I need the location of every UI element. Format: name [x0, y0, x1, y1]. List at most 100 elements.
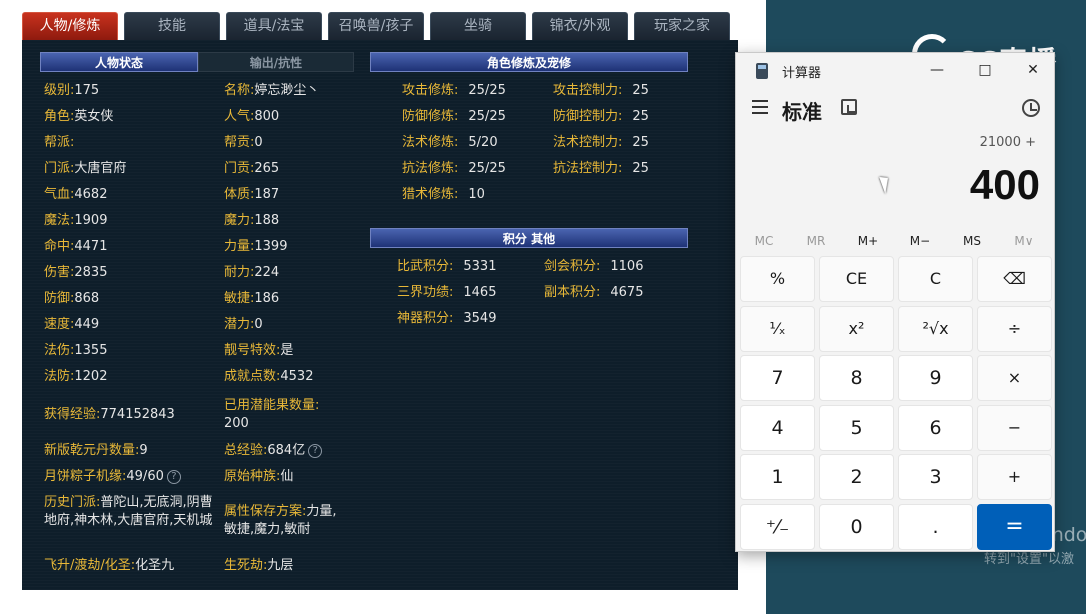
negate-button[interactable]: ⁺⁄₋ — [740, 503, 815, 550]
cultivation-row: 抗法控制力: 25 — [553, 160, 649, 178]
character-panel: 人物状态 输出/抗性 级别:175 名称:婷忘渺尘丶 角色:英女侠 人气:800 帮派:… — [22, 40, 738, 590]
stat-label: 法防: — [44, 369, 75, 384]
stat-value: 800 — [254, 109, 280, 124]
stat-label: 攻击修炼: — [402, 83, 459, 98]
divide-button[interactable]: ÷ — [977, 305, 1052, 352]
digit-4-button[interactable]: 4 — [740, 404, 815, 451]
tab-pets[interactable]: 召唤兽/孩子 — [328, 12, 424, 40]
memory-list-button[interactable]: M∨ — [998, 229, 1050, 253]
stat-label: 防御: — [44, 291, 75, 306]
decimal-button[interactable]: . — [898, 503, 973, 550]
square-root-button[interactable]: ²√x — [898, 305, 973, 352]
cultivation-row: 猎术修炼: 10 — [402, 186, 485, 204]
points-row: 神器积分: 3549 — [397, 310, 496, 328]
stat-label: 神器积分: — [397, 311, 454, 326]
stat-value: 265 — [254, 161, 280, 176]
stat-value: 5/20 — [468, 135, 498, 150]
stat-value: 0 — [254, 317, 263, 332]
stat-row: 命中:4471 — [44, 238, 107, 256]
help-icon[interactable]: ? — [166, 469, 181, 484]
help-icon[interactable]: ? — [308, 443, 323, 458]
stat-value: 25 — [632, 135, 649, 150]
tab-home[interactable]: 玩家之家 — [634, 12, 730, 40]
stat-row: 门贡:265 — [224, 160, 279, 178]
multiply-button[interactable]: × — [977, 355, 1052, 401]
stat-value: 5331 — [463, 259, 497, 274]
stat-label: 名称: — [224, 83, 255, 98]
calculator-title: 计算器 — [782, 66, 822, 81]
memory-add-button[interactable]: M+ — [842, 229, 894, 253]
stat-row: 名称:婷忘渺尘丶 — [224, 82, 319, 100]
memory-row: MC MR M+ M− MS M∨ — [736, 229, 1056, 253]
digit-6-button[interactable]: 6 — [898, 404, 973, 451]
stat-value: 10 — [468, 187, 485, 202]
life-death-row: 生死劫:九层 — [224, 558, 294, 573]
minus-button[interactable]: − — [977, 404, 1052, 451]
clear-button[interactable]: C — [898, 256, 973, 302]
stat-value: 英女侠 — [74, 109, 114, 124]
reciprocal-button[interactable]: ¹⁄ₓ — [740, 305, 815, 352]
percent-button[interactable]: % — [740, 256, 815, 302]
stat-row: 门派:大唐官府 — [44, 160, 126, 178]
digit-2-button[interactable]: 2 — [819, 454, 894, 500]
tab-appearance[interactable]: 锦衣/外观 — [532, 12, 628, 40]
close-button[interactable]: ✕ — [1018, 59, 1048, 81]
exp-row: 获得经验:774152843 — [44, 407, 175, 422]
stat-value: 187 — [254, 187, 280, 202]
header-character-status[interactable]: 人物状态 — [40, 52, 198, 72]
stat-label: 防御修炼: — [402, 109, 459, 124]
digit-0-button[interactable]: 0 — [819, 503, 894, 550]
stat-value: 25 — [632, 161, 649, 176]
points-row: 副本积分: 4675 — [544, 284, 643, 302]
memory-clear-button[interactable]: MC — [738, 229, 790, 253]
total-exp-row: 总经验:684亿? — [224, 442, 323, 460]
header-points[interactable]: 积分 其他 — [370, 228, 688, 248]
stat-value: 4682 — [74, 187, 108, 202]
tab-items[interactable]: 道具/法宝 — [226, 12, 322, 40]
result-display: 400 — [969, 161, 1040, 208]
stat-label: 靓号特效: — [224, 343, 281, 358]
digit-7-button[interactable]: 7 — [740, 355, 815, 401]
header-output-resist[interactable]: 输出/抗性 — [198, 52, 354, 72]
stat-value: 是 — [280, 343, 294, 358]
stat-value: 2835 — [74, 265, 108, 280]
keep-on-top-icon[interactable] — [841, 99, 857, 115]
cultivation-row: 防御修炼: 25/25 — [402, 108, 506, 126]
stat-label: 猎术修炼: — [402, 187, 459, 202]
game-tab-bar: 人物/修炼 技能 道具/法宝 召唤兽/孩子 坐骑 锦衣/外观 玩家之家 — [22, 12, 738, 40]
clear-entry-button[interactable]: CE — [819, 256, 894, 302]
minimize-button[interactable]: — — [922, 59, 952, 81]
stat-value: 1106 — [610, 259, 644, 274]
memory-recall-button[interactable]: MR — [790, 229, 842, 253]
plus-button[interactable]: + — [977, 454, 1052, 500]
cultivation-row: 法术控制力: 25 — [553, 134, 649, 152]
hamburger-menu-icon[interactable] — [752, 100, 768, 114]
memory-subtract-button[interactable]: M− — [894, 229, 946, 253]
maximize-button[interactable]: □ — [970, 59, 1000, 81]
digit-3-button[interactable]: 3 — [898, 454, 973, 500]
tab-skills[interactable]: 技能 — [124, 12, 220, 40]
stat-value: 婷忘渺尘丶 — [254, 83, 320, 98]
memory-store-button[interactable]: MS — [946, 229, 998, 253]
stat-label: 魔力: — [224, 213, 255, 228]
mouse-cursor-icon — [879, 174, 893, 194]
digit-8-button[interactable]: 8 — [819, 355, 894, 401]
stat-row: 耐力:224 — [224, 264, 279, 282]
history-icon[interactable] — [1022, 99, 1040, 117]
equals-button[interactable]: = — [977, 503, 1052, 550]
stat-value: 449 — [74, 317, 100, 332]
digit-9-button[interactable]: 9 — [898, 355, 973, 401]
tab-character[interactable]: 人物/修炼 — [22, 12, 118, 40]
stat-label: 魔法: — [44, 213, 75, 228]
stat-value: 0 — [254, 135, 263, 150]
tab-mounts[interactable]: 坐骑 — [430, 12, 526, 40]
stat-value: 224 — [254, 265, 280, 280]
header-cultivation[interactable]: 角色修炼及宠修 — [370, 52, 688, 72]
digit-5-button[interactable]: 5 — [819, 404, 894, 451]
calculator-window: 计算器 — □ ✕ 标准 21000 + 400 MC MR M+ M− MS … — [735, 52, 1055, 552]
backspace-button[interactable]: ⌫ — [977, 256, 1052, 302]
digit-1-button[interactable]: 1 — [740, 454, 815, 500]
points-row: 比武积分: 5331 — [397, 258, 496, 276]
stat-value: 1399 — [254, 239, 288, 254]
square-button[interactable]: x² — [819, 305, 894, 352]
